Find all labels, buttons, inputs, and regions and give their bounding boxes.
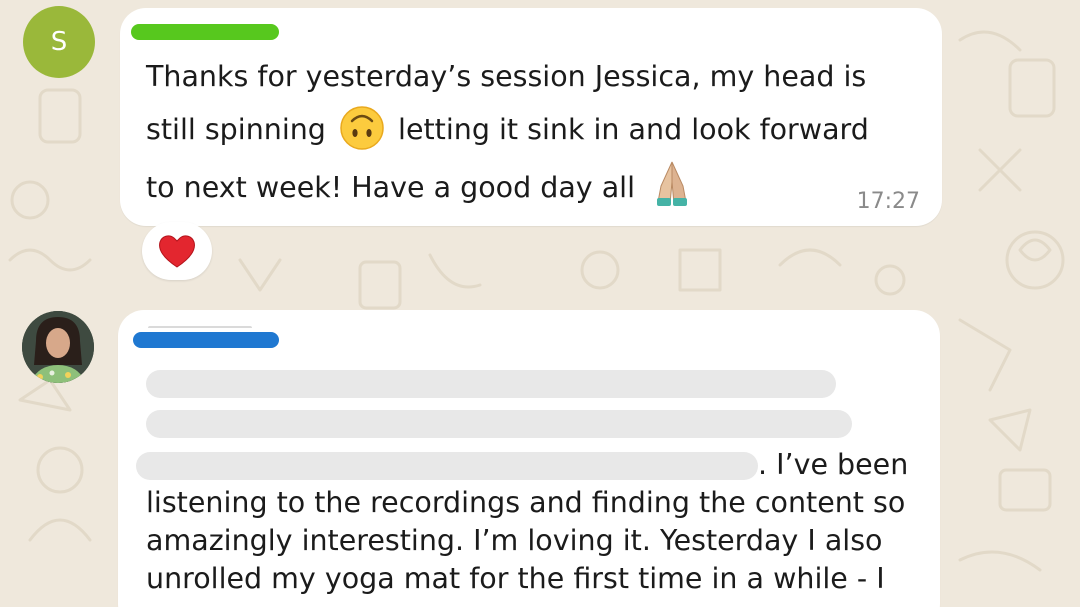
message-text-tail: . I’ve been <box>758 448 909 481</box>
folded-hands-emoji-icon <box>657 161 688 206</box>
message-line: still spinning letting it sink in and lo… <box>146 106 869 154</box>
message-line-part: letting it sink in and look forward <box>398 113 869 146</box>
message-line-part: still spinning <box>146 113 326 146</box>
message-line: listening to the recordings and finding … <box>146 486 906 519</box>
reaction-badge[interactable] <box>142 222 212 280</box>
message-line-part: to next week! Have a good day all <box>146 171 636 204</box>
message-bubble[interactable]: Thanks for yesterday’s session Jessica, … <box>120 8 942 226</box>
message-line: Thanks for yesterday’s session Jessica, … <box>146 60 867 93</box>
message-bubble[interactable]: . I’ve been listening to the recordings … <box>118 310 940 607</box>
sender-name-redaction <box>133 332 279 348</box>
sender-avatar-photo[interactable] <box>22 311 94 383</box>
upside-down-face-emoji-icon <box>340 106 384 150</box>
redacted-text-bar <box>146 370 836 398</box>
message-line: to next week! Have a good day all <box>146 161 692 214</box>
red-heart-emoji-icon <box>159 235 195 268</box>
message-line: amazingly interesting. I’m loving it. Ye… <box>146 524 883 557</box>
redacted-text-bar <box>136 452 758 480</box>
avatar-initial: S <box>50 27 68 57</box>
profile-photo-icon <box>22 311 94 383</box>
message-line: unrolled my yoga mat for the first time … <box>146 562 885 595</box>
sender-avatar[interactable]: S <box>23 6 95 78</box>
sender-name-redaction <box>131 24 279 40</box>
message-timestamp: 17:27 <box>856 189 920 214</box>
redacted-text-bar <box>146 410 852 438</box>
